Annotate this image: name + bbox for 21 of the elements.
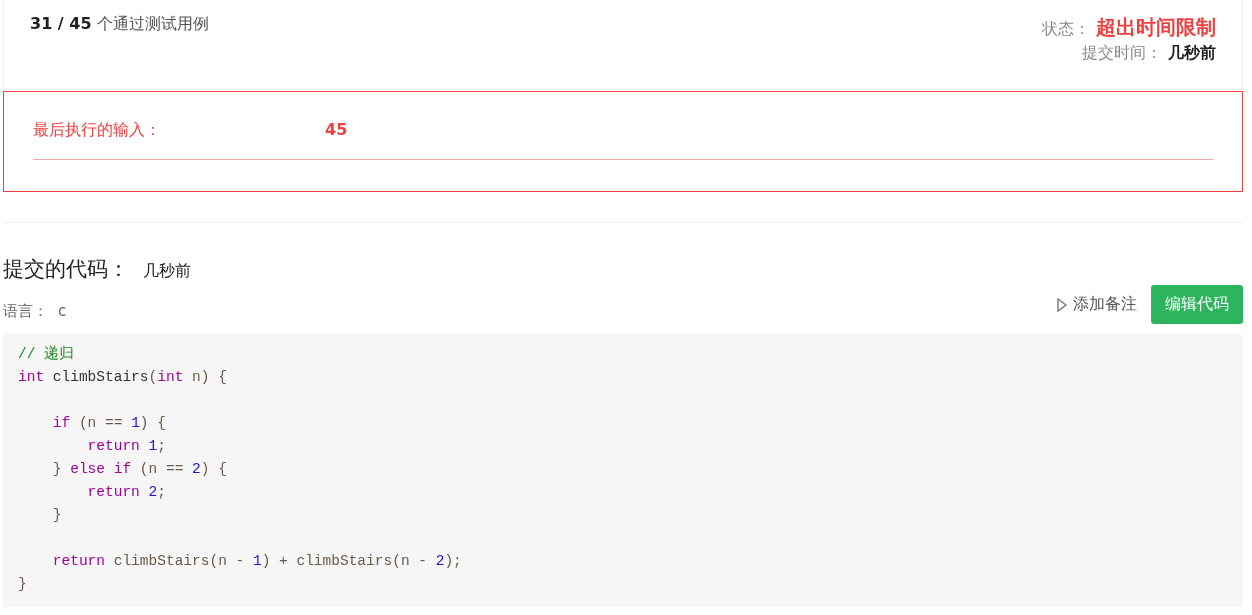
code-submit-time: 几秒前: [143, 261, 191, 282]
language-value: c: [58, 302, 67, 321]
code-line: return 1;: [86, 437, 166, 456]
language-label: 语言：: [3, 302, 48, 321]
last-input-value: 45: [325, 120, 348, 141]
code-line: return 2;: [86, 483, 166, 502]
submit-time-value: 几秒前: [1168, 43, 1216, 64]
code-line: } else if (n == 2) {: [51, 460, 227, 479]
status-label: 状态：: [1042, 19, 1090, 40]
code-line: }: [18, 575, 27, 594]
status-value: 超出时间限制: [1096, 14, 1216, 41]
code-line: int climbStairs(int n) {: [18, 368, 227, 387]
submit-time-label: 提交时间：: [1082, 43, 1162, 64]
code-line: // 递归: [18, 344, 75, 364]
last-input-label: 最后执行的输入：: [33, 120, 162, 141]
code-line: if (n == 1) {: [51, 414, 166, 433]
add-note-button[interactable]: 添加备注: [1057, 294, 1137, 315]
code-line: return climbStairs(n - 1) + climbStairs(n - 2);: [51, 552, 462, 571]
code-line: }: [51, 506, 62, 525]
code-section-title: 提交的代码：: [3, 256, 129, 283]
passed-tests-text: 31 / 45 个通过测试用例: [30, 14, 209, 35]
